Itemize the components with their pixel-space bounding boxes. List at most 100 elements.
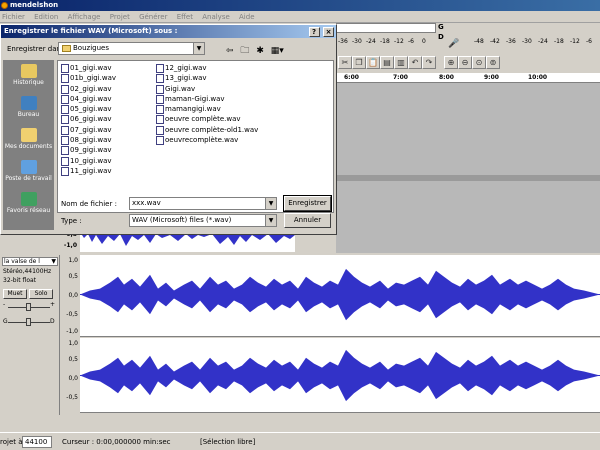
menu-aide[interactable]: Aide <box>239 13 254 21</box>
track1-waveform[interactable] <box>80 232 295 252</box>
list-item[interactable]: oeuvrecomplète.wav <box>155 135 258 146</box>
menu-affichage[interactable]: Affichage <box>68 13 101 21</box>
fit-selection-icon[interactable]: ⊙ <box>472 56 486 69</box>
track-name-menu[interactable]: la valse de l ▼ <box>2 257 58 266</box>
filename-input[interactable]: xxx.wav ▼ <box>129 197 277 210</box>
menu-projet[interactable]: Projet <box>110 13 130 21</box>
list-item[interactable]: 06_gigi.wav <box>60 114 116 125</box>
computer-icon <box>20 160 37 174</box>
list-item[interactable]: oeuvre complète.wav <box>155 114 258 125</box>
type-select[interactable]: WAV (Microsoft) files (*.wav) ▼ <box>129 214 277 227</box>
project-rate-field[interactable]: 44100 <box>22 436 52 448</box>
list-item[interactable]: 11_gigi.wav <box>60 166 116 177</box>
desktop-icon <box>20 96 37 110</box>
solo-button[interactable]: Solo <box>29 289 53 299</box>
fit-project-icon[interactable]: ⊚ <box>486 56 500 69</box>
cut-icon[interactable]: ✂ <box>338 56 352 69</box>
meter-right-label: D <box>438 33 444 41</box>
close-icon[interactable]: × <box>323 27 334 37</box>
list-item[interactable]: 04_gigi.wav <box>60 94 116 105</box>
folder-icon <box>62 45 71 52</box>
track-divider <box>336 175 600 181</box>
place-favoris-reseau[interactable]: Favoris réseau <box>3 190 54 222</box>
app-title: mendelshon <box>10 1 59 9</box>
list-item[interactable]: maman-Gigi.wav <box>155 94 258 105</box>
app-logo-icon <box>1 2 8 9</box>
list-item[interactable]: 01_gigi.wav <box>60 63 116 74</box>
microphone-icon[interactable]: 🎤 <box>448 39 459 49</box>
meter-scale-left: -36 -30 -24 -18 -12 -6 0 <box>338 38 426 45</box>
cancel-button[interactable]: Annuler <box>284 213 331 228</box>
place-mes-documents[interactable]: Mes documents <box>3 126 54 158</box>
timeline-ruler[interactable]: 6:00 7:00 8:00 9:00 10:00 <box>336 73 600 83</box>
track-control-panel: la valse de l ▼ Stéréo,44100Hz 32-bit flo… <box>0 255 60 415</box>
zoom-in-icon[interactable]: ⊕ <box>444 56 458 69</box>
list-item[interactable]: 01b_gigi.wav <box>60 73 116 84</box>
menu-analyse[interactable]: Analyse <box>202 13 230 21</box>
playback-meter[interactable] <box>336 23 436 33</box>
menubar: Fichier Edition Affichage Projet Générer… <box>0 11 600 23</box>
selection-mode: [Sélection libre] <box>200 438 256 446</box>
gain-minus-label: - <box>3 301 6 308</box>
list-item[interactable]: 10_gigi.wav <box>60 156 116 166</box>
list-item[interactable]: 09_gigi.wav <box>60 145 116 156</box>
menu-fichier[interactable]: Fichier <box>2 13 25 21</box>
copy-icon[interactable]: ❐ <box>352 56 366 69</box>
meter-left-label: G <box>438 23 444 31</box>
chevron-down-icon[interactable]: ▼ <box>265 215 276 226</box>
view-menu-icon[interactable]: ▦▾ <box>271 46 284 56</box>
new-folder-icon[interactable]: ✱ <box>256 46 264 56</box>
list-item[interactable]: 05_gigi.wav <box>60 104 116 115</box>
gain-slider[interactable] <box>26 303 31 311</box>
app-titlebar: mendelshon <box>0 0 600 11</box>
chevron-down-icon[interactable]: ▼ <box>265 198 276 209</box>
type-label: Type : <box>61 217 82 225</box>
dialog-nav-toolbar: ⇦ 🗀 ✱ ▦▾ <box>226 43 288 59</box>
gain-plus-label: + <box>50 301 56 308</box>
chevron-down-icon[interactable]: ▼ <box>193 43 204 54</box>
channel2-waveform[interactable] <box>80 338 600 413</box>
zoom-out-icon[interactable]: ⊖ <box>458 56 472 69</box>
list-item[interactable]: Gigi.wav <box>155 84 258 94</box>
documents-icon <box>20 128 37 142</box>
pan-slider[interactable] <box>26 318 31 326</box>
place-historique[interactable]: Historique <box>3 62 54 94</box>
list-item[interactable]: oeuvre complète-old1.wav <box>155 125 258 136</box>
file-list[interactable]: 01_gigi.wav 01b_gigi.wav 02_gigi.wav 04_… <box>57 60 334 213</box>
save-button[interactable]: Enregistrer <box>283 195 332 212</box>
menu-edition[interactable]: Edition <box>34 13 58 21</box>
list-item[interactable]: 07_gigi.wav <box>60 125 116 136</box>
list-item[interactable]: 08_gigi.wav <box>60 135 116 146</box>
place-poste-de-travail[interactable]: Poste de travail <box>3 158 54 190</box>
history-icon <box>20 64 37 78</box>
empty-track-area <box>336 83 600 253</box>
up-folder-icon[interactable]: 🗀 <box>240 46 249 56</box>
redo-icon[interactable]: ↷ <box>422 56 436 69</box>
toolbar: G D -36 -30 -24 -18 -12 -6 0 🎤 -48 -42 -… <box>336 23 600 78</box>
trim-icon[interactable]: ▤ <box>380 56 394 69</box>
list-item[interactable]: 12_gigi.wav <box>155 63 258 74</box>
silence-icon[interactable]: ▥ <box>394 56 408 69</box>
pan-left-label: G <box>3 318 8 325</box>
channel1-scale: 1,0 0,5 0,0 -0,5 -1,0 <box>60 255 80 337</box>
list-item[interactable]: 13_gigi.wav <box>155 73 258 84</box>
menu-effet[interactable]: Effet <box>177 13 193 21</box>
channel1-waveform[interactable] <box>80 255 600 337</box>
channel2-scale: 1,0 0,5 0,0 -0,5 <box>60 338 80 413</box>
back-icon[interactable]: ⇦ <box>226 46 234 56</box>
mute-button[interactable]: Muet <box>3 289 27 299</box>
menu-generer[interactable]: Générer <box>139 13 167 21</box>
list-item[interactable]: 02_gigi.wav <box>60 84 116 94</box>
cursor-position: Curseur : 0:00,000000 min:sec <box>62 438 171 446</box>
paste-icon[interactable]: 📋 <box>366 56 380 69</box>
track-bitdepth: 32-bit float <box>3 277 37 284</box>
help-button[interactable]: ? <box>308 27 320 37</box>
meter-scale-right: -48 -42 -36 -30 -24 -18 -12 -6 <box>474 38 592 45</box>
dialog-title: Enregistrer le fichier WAV (Microsoft) s… <box>4 27 178 35</box>
status-bar: rojet à : 44100 Curseur : 0:00,000000 mi… <box>0 432 600 450</box>
undo-icon[interactable]: ↶ <box>408 56 422 69</box>
save-in-select[interactable]: Bouzigues ▼ <box>58 42 205 55</box>
place-bureau[interactable]: Bureau <box>3 94 54 126</box>
list-item[interactable]: mamangigi.wav <box>155 104 258 115</box>
network-icon <box>20 192 37 206</box>
